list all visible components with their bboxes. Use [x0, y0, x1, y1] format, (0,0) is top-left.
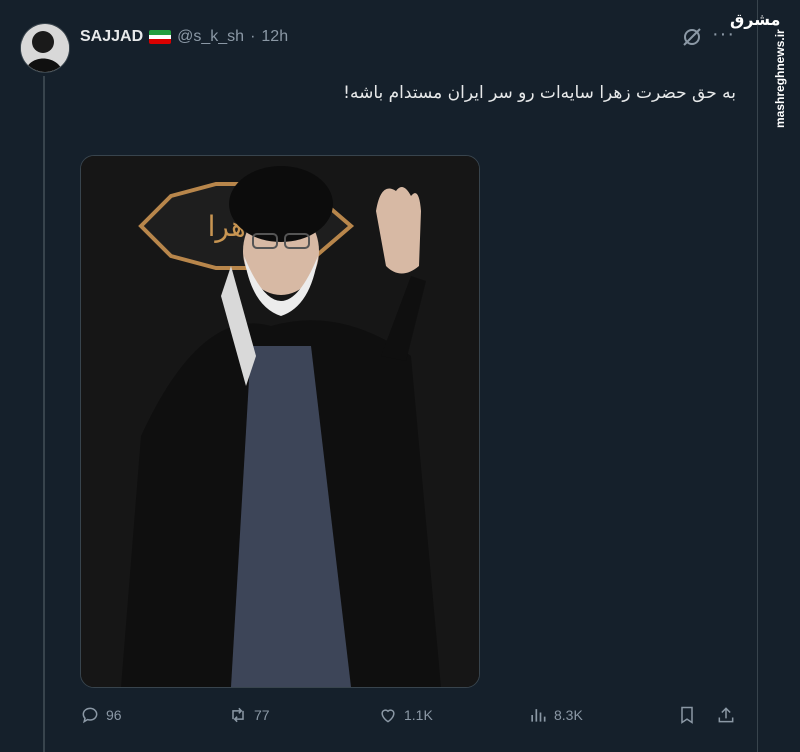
author-avatar[interactable]: [20, 23, 70, 73]
tweet-header: SAJJAD @s_k_sh · 12h: [80, 26, 288, 48]
author-name[interactable]: SAJJAD: [80, 28, 143, 46]
watermark-logo: مشرق: [730, 10, 781, 29]
views-count: 8.3K: [554, 707, 583, 723]
separator-dot: ·: [250, 28, 256, 45]
column-divider: [757, 0, 758, 752]
like-count: 1.1K: [404, 707, 433, 723]
thread-line: [43, 76, 45, 752]
media-photo: یا زهرا: [81, 156, 479, 687]
share-button[interactable]: [716, 703, 736, 727]
retweet-count: 77: [254, 707, 270, 723]
reply-count: 96: [106, 707, 122, 723]
tweet-text: به حق حضرت زهرا سایه‌ات رو سر ایران مستد…: [343, 83, 736, 103]
share-icon: [718, 707, 734, 723]
tweet-media[interactable]: یا زهرا: [80, 155, 480, 688]
avatar-image: [21, 24, 69, 72]
watermark-site: mashreghnews.ir: [773, 29, 787, 128]
tweet-actions: 96 77 1.1K 8.3K: [80, 703, 740, 727]
views-button[interactable]: 8.3K: [528, 703, 583, 727]
grok-icon[interactable]: [681, 26, 703, 48]
bookmark-icon: [681, 706, 693, 724]
reply-button[interactable]: 96: [80, 703, 122, 727]
tweet-time[interactable]: 12h: [261, 28, 288, 46]
views-icon: [531, 709, 546, 722]
reply-icon: [82, 707, 98, 724]
author-handle[interactable]: @s_k_sh: [177, 28, 244, 46]
retweet-icon: [232, 707, 244, 723]
iran-flag-icon: [149, 30, 172, 44]
bookmark-button[interactable]: [677, 703, 697, 727]
like-button[interactable]: 1.1K: [378, 703, 433, 727]
retweet-button[interactable]: 77: [228, 703, 270, 727]
like-icon: [381, 709, 395, 723]
